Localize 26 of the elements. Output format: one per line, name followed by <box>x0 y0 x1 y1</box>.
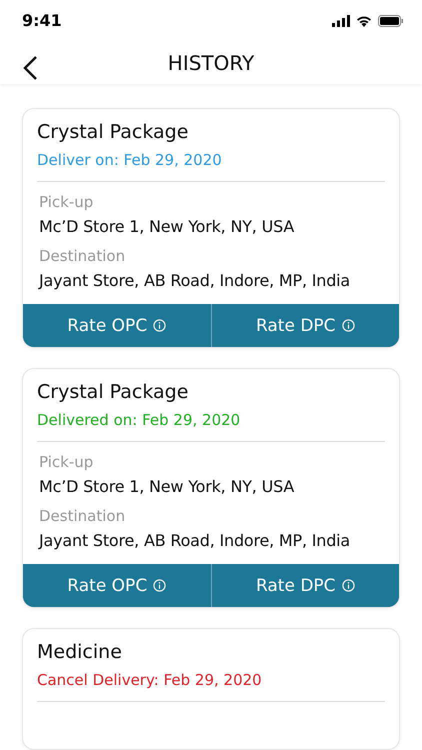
delivery-status: Deliver on: Feb 29, 2020 <box>37 151 385 182</box>
address-label: Pick-up <box>39 453 94 471</box>
info-icon <box>153 579 166 592</box>
order-name: Medicine <box>37 641 123 663</box>
delivery-status: Delivered on: Feb 29, 2020 <box>37 411 385 442</box>
battery-icon <box>378 14 404 27</box>
wifi-icon <box>356 14 372 27</box>
signal-icon <box>332 14 350 27</box>
status-time: 9:41 <box>22 11 62 30</box>
order-name: Crystal Package <box>37 381 190 403</box>
info-icon <box>153 319 166 332</box>
info-icon <box>342 579 355 592</box>
address-label: Pick-up <box>39 193 94 211</box>
delivery-status: Cancel Delivery: Feb 29, 2020 <box>37 671 385 702</box>
address-value: Mc’D Store 1, New York, NY, USA <box>39 217 296 236</box>
info-icon <box>342 319 355 332</box>
address-value: Jayant Store, AB Road, Indore, MP, India <box>39 271 352 290</box>
address-value: Jayant Store, AB Road, Indore, MP, India <box>39 531 352 550</box>
back-icon <box>22 55 38 82</box>
rate-button[interactable]: Rate DPC <box>210 304 399 347</box>
address-label: Destination <box>39 247 126 265</box>
address-label: Destination <box>39 507 126 525</box>
page-title: HISTORY <box>168 50 254 75</box>
rate-button[interactable]: Rate DPC <box>210 564 399 607</box>
address-value: Mc’D Store 1, New York, NY, USA <box>39 477 296 496</box>
order-name: Crystal Package <box>37 121 190 143</box>
